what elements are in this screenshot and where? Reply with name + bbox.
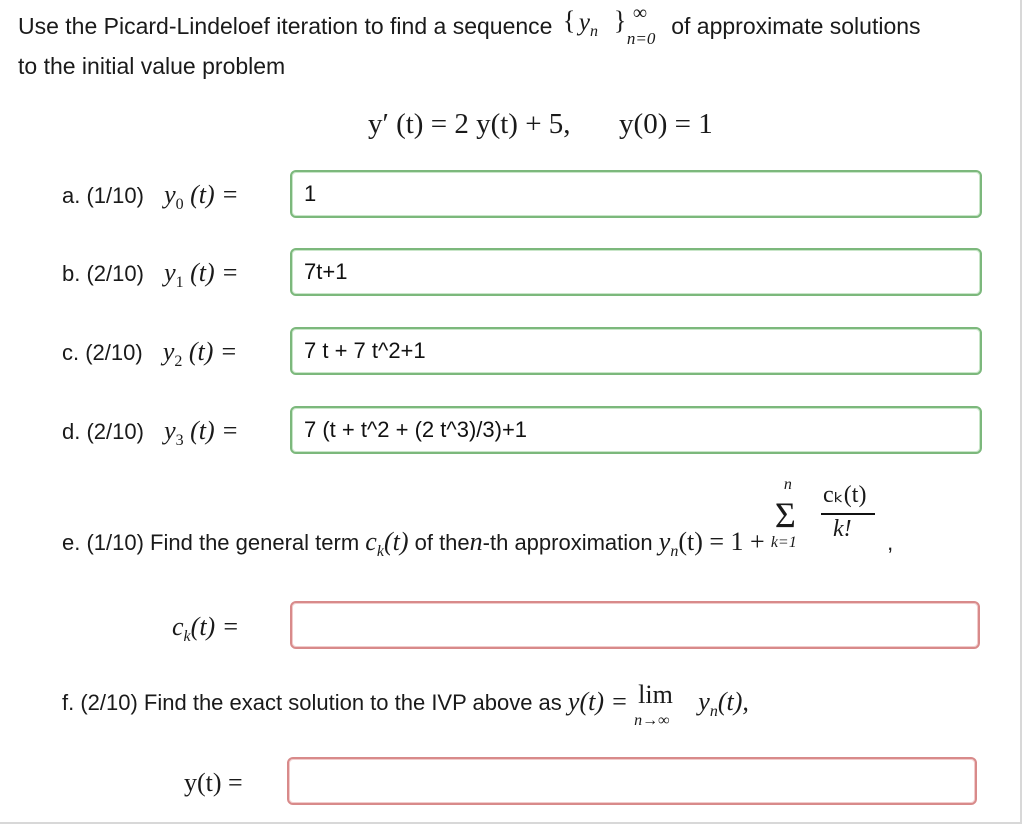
y-answer-label: y(t) = bbox=[184, 768, 243, 797]
sequence-variable: yn bbox=[578, 9, 598, 40]
row-c-label: c. (2/10) y2 (t) = bbox=[62, 337, 237, 371]
sequence-close-brace: } bbox=[613, 6, 627, 35]
initial-condition: y(0) = 1 bbox=[619, 108, 713, 140]
part-e-text-mid2: -th approximation bbox=[482, 530, 653, 555]
n-variable: n bbox=[469, 527, 483, 556]
fraction-numerator: cₖ(t) bbox=[822, 482, 867, 508]
fraction-denominator: k! bbox=[832, 516, 852, 542]
ck-answer-label: ck(t) = bbox=[172, 612, 240, 646]
limit-rhs: yn(t), bbox=[698, 687, 749, 721]
sigma-symbol: Σ bbox=[774, 495, 796, 535]
answer-input-e[interactable] bbox=[290, 601, 980, 649]
fraction: cₖ(t) k! bbox=[817, 482, 881, 570]
answer-input-d[interactable]: 7 (t + t^2 + (2 t^3)/3)+1 bbox=[290, 406, 982, 454]
lim-subscript: n→∞ bbox=[634, 712, 670, 729]
sequence-lower-limit: n=0 bbox=[626, 29, 656, 48]
part-f-text: f. (2/10) Find the exact solution to the… bbox=[62, 690, 562, 715]
answer-input-a[interactable]: 1 bbox=[290, 170, 982, 218]
trailing-comma: , bbox=[887, 530, 894, 555]
y1-label: y1 (t) = bbox=[164, 258, 239, 292]
question-panel: Use the Picard-Lindeloef iteration to fi… bbox=[0, 0, 1022, 824]
y3-label: y3 (t) = bbox=[164, 416, 239, 450]
lim-word: lim bbox=[638, 680, 673, 709]
row-d-label: d. (2/10) y3 (t) = bbox=[62, 416, 239, 450]
ck-term: ck(t) bbox=[365, 527, 409, 561]
answer-input-c[interactable]: 7 t + 7 t^2+1 bbox=[290, 327, 982, 375]
y2-label: y2 (t) = bbox=[162, 337, 238, 371]
row-a-label: a. (1/10) y0 (t) = bbox=[62, 180, 239, 214]
sum-upper: n bbox=[783, 476, 792, 493]
intro-text-after: of approximate solutions bbox=[671, 13, 921, 39]
answer-input-b[interactable]: 7t+1 bbox=[290, 248, 982, 296]
intro-line-2: to the initial value problem bbox=[18, 53, 286, 79]
sequence-notation: { yn } ∞ n=0 bbox=[559, 2, 665, 48]
y0-label: y0 (t) = bbox=[164, 180, 239, 214]
part-e-text-mid: of the bbox=[414, 530, 470, 555]
part-e-text: e. (1/10) Find the general term bbox=[62, 530, 360, 555]
intro-text: Use the Picard-Lindeloef iteration to fi… bbox=[18, 13, 553, 39]
sequence-open-brace: { bbox=[562, 6, 576, 35]
part-e-question: e. (1/10) Find the general term ck(t) of… bbox=[62, 476, 894, 570]
part-b-label: b. (2/10) bbox=[62, 261, 144, 286]
sum-lower: k=1 bbox=[770, 534, 797, 551]
part-c-label: c. (2/10) bbox=[62, 340, 143, 365]
limit-lhs: y(t) = bbox=[567, 687, 629, 716]
row-b-label: b. (2/10) y1 (t) = bbox=[62, 258, 239, 292]
approx-formula: yn(t) = 1 + bbox=[658, 527, 765, 561]
fraction-bar bbox=[820, 513, 875, 515]
part-f-question: f. (2/10) Find the exact solution to the… bbox=[62, 680, 749, 729]
ode-equation: y′ (t) = 2 y(t) + 5, bbox=[368, 108, 571, 140]
part-a-label: a. (1/10) bbox=[62, 183, 144, 208]
answer-input-f[interactable] bbox=[287, 757, 977, 805]
part-d-label: d. (2/10) bbox=[62, 419, 144, 444]
problem-statement: Use the Picard-Lindeloef iteration to fi… bbox=[18, 2, 1008, 83]
summation: n Σ k=1 bbox=[770, 476, 811, 570]
ivp-equation: y′ (t) = 2 y(t) + 5, y(0) = 1 bbox=[368, 108, 713, 141]
limit-operator: lim n→∞ bbox=[634, 680, 692, 729]
